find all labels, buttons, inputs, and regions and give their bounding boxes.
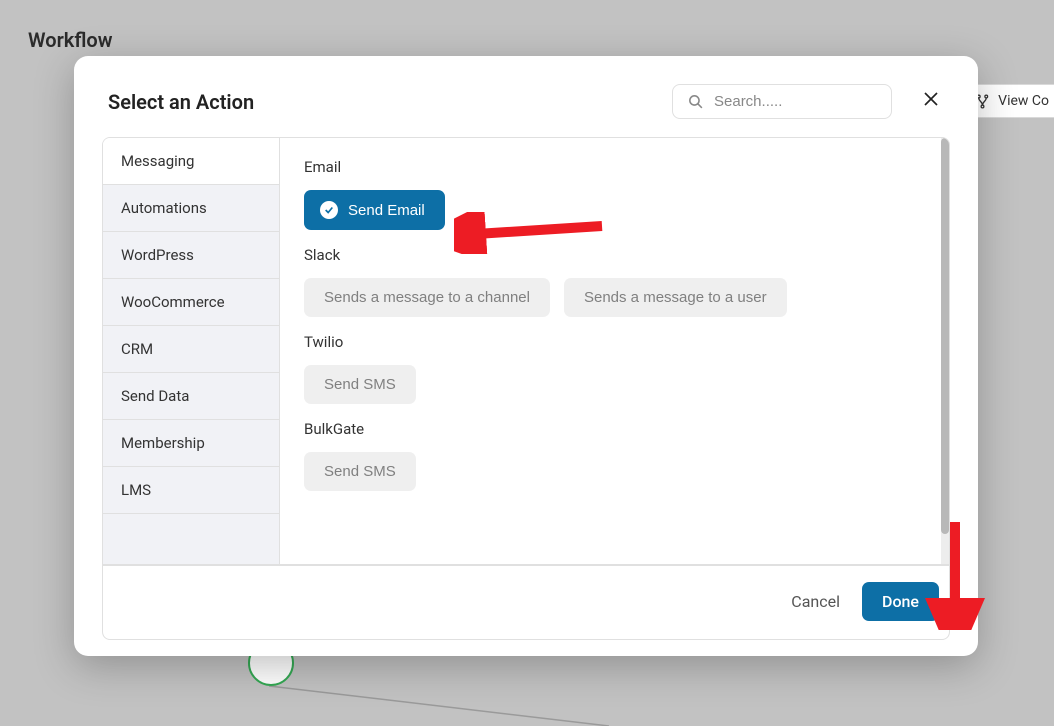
section-heading-slack: Slack xyxy=(304,246,925,264)
page-title: Workflow xyxy=(28,28,1034,52)
view-conditions-label: View Co xyxy=(998,93,1049,109)
modal-body: Messaging Automations WordPress WooComme… xyxy=(102,137,950,565)
scrollbar-thumb[interactable] xyxy=(941,138,949,534)
section-heading-email: Email xyxy=(304,158,925,176)
modal-title: Select an Action xyxy=(108,90,672,114)
action-row: Send Email xyxy=(304,190,925,230)
sidebar-item-messaging[interactable]: Messaging xyxy=(103,138,279,185)
done-button[interactable]: Done xyxy=(862,582,939,621)
sidebar-item-crm[interactable]: CRM xyxy=(103,326,279,373)
action-twilio-sms[interactable]: Send SMS xyxy=(304,365,416,404)
action-row: Send SMS xyxy=(304,452,925,491)
connector-line xyxy=(269,686,609,726)
select-action-modal: Select an Action Messaging Automations W… xyxy=(74,56,978,656)
search-box[interactable] xyxy=(672,84,892,119)
check-icon xyxy=(320,201,338,219)
sidebar-item-lms[interactable]: LMS xyxy=(103,467,279,514)
search-input[interactable] xyxy=(714,93,877,110)
category-sidebar: Messaging Automations WordPress WooComme… xyxy=(103,138,280,564)
modal-footer: Cancel Done xyxy=(102,565,950,640)
action-slack-user[interactable]: Sends a message to a user xyxy=(564,278,787,317)
close-button[interactable] xyxy=(918,85,944,118)
action-row: Send SMS xyxy=(304,365,925,404)
cancel-button[interactable]: Cancel xyxy=(791,592,840,611)
modal-header: Select an Action xyxy=(74,56,978,137)
section-heading-twilio: Twilio xyxy=(304,333,925,351)
sidebar-item-woocommerce[interactable]: WooCommerce xyxy=(103,279,279,326)
sidebar-item-membership[interactable]: Membership xyxy=(103,420,279,467)
actions-panel: Email Send Email Slack Sends a message t… xyxy=(280,138,949,564)
search-icon xyxy=(687,93,704,110)
sidebar-item-automations[interactable]: Automations xyxy=(103,185,279,232)
action-row: Sends a message to a channel Sends a mes… xyxy=(304,278,925,317)
close-icon xyxy=(922,90,940,108)
sidebar-item-send-data[interactable]: Send Data xyxy=(103,373,279,420)
action-send-email[interactable]: Send Email xyxy=(304,190,445,230)
sidebar-item-wordpress[interactable]: WordPress xyxy=(103,232,279,279)
scrollbar[interactable] xyxy=(941,138,949,564)
action-bulkgate-sms[interactable]: Send SMS xyxy=(304,452,416,491)
action-label: Send Email xyxy=(348,202,425,219)
section-heading-bulkgate: BulkGate xyxy=(304,420,925,438)
action-slack-channel[interactable]: Sends a message to a channel xyxy=(304,278,550,317)
